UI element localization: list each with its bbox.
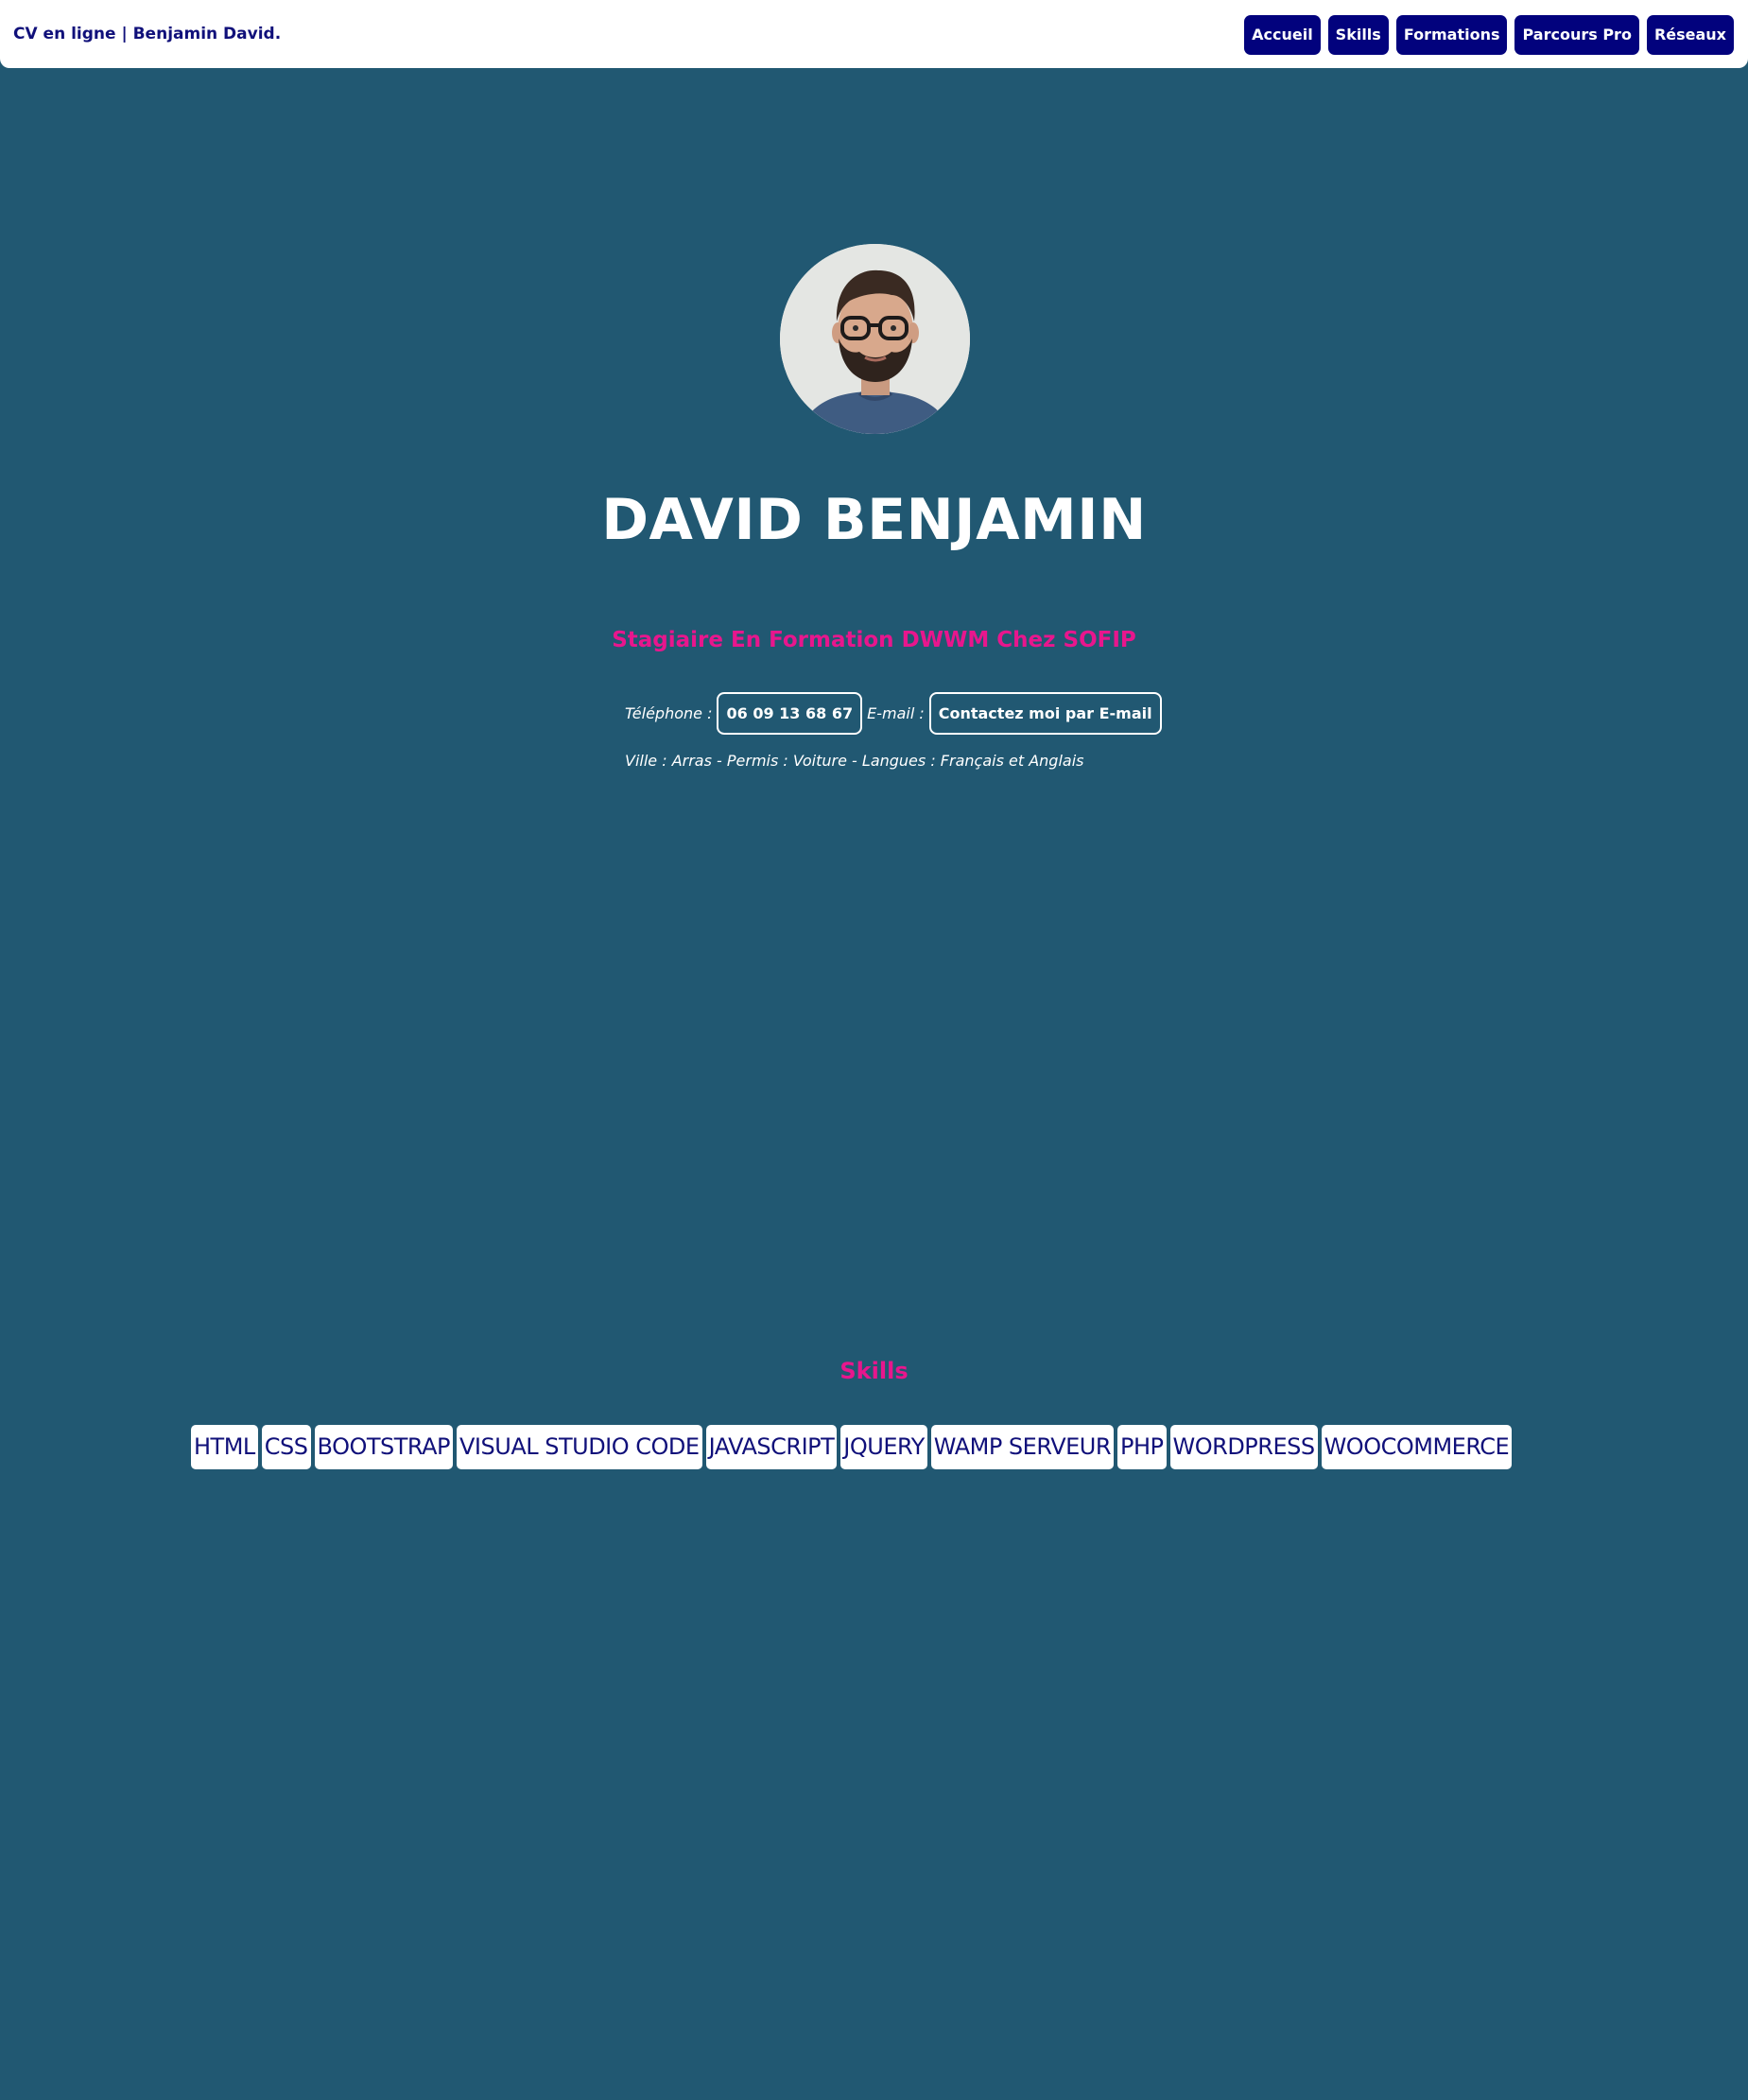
email-contact-button[interactable]: Contactez moi par E-mail [928, 692, 1162, 735]
top-navbar: CV en ligne | Benjamin David. Accueil Sk… [0, 0, 1748, 68]
phone-button[interactable]: 06 09 13 68 67 [717, 692, 863, 735]
nav-parcours-pro-button[interactable]: Parcours Pro [1514, 15, 1639, 55]
personal-info: Ville : Arras - Permis : Voiture - Langu… [625, 752, 1084, 770]
skills-list: HTML CSS BOOTSTRAP VISUAL STUDIO CODE JA… [191, 1425, 1513, 1469]
nav-accueil-button[interactable]: Accueil [1244, 15, 1321, 55]
skill-badge-wordpress: WORDPRESS [1169, 1425, 1318, 1469]
phone-label: Téléphone : [625, 704, 713, 722]
skill-badge-css: CSS [261, 1425, 311, 1469]
profile-photo-illustration [780, 244, 970, 434]
site-brand[interactable]: CV en ligne | Benjamin David. [13, 23, 281, 45]
main-nav: Accueil Skills Formations Parcours Pro R… [1244, 15, 1734, 55]
email-label: E-mail : [867, 704, 925, 722]
skills-heading: Skills [839, 1358, 909, 1384]
contact-row: Téléphone : 06 09 13 68 67 E-mail : Cont… [625, 692, 1162, 735]
skill-badge-vscode: VISUAL STUDIO CODE [457, 1425, 702, 1469]
nav-formations-button[interactable]: Formations [1395, 15, 1508, 55]
profile-photo [780, 244, 970, 434]
skill-badge-php: PHP [1117, 1425, 1167, 1469]
skill-badge-javascript: JAVASCRIPT [705, 1425, 838, 1469]
nav-skills-button[interactable]: Skills [1327, 15, 1389, 55]
skill-badge-jquery: JQUERY [840, 1425, 927, 1469]
profile-subtitle: Stagiaire En Formation DWWM Chez SOFIP [612, 628, 1136, 652]
profile-name: DAVID BENJAMIN [601, 487, 1147, 553]
skill-badge-wamp: WAMP SERVEUR [930, 1425, 1115, 1469]
nav-reseaux-button[interactable]: Réseaux [1646, 15, 1734, 55]
skill-badge-woocommerce: WOOCOMMERCE [1321, 1425, 1513, 1469]
skill-badge-bootstrap: BOOTSTRAP [314, 1425, 454, 1469]
skill-badge-html: HTML [191, 1425, 258, 1469]
